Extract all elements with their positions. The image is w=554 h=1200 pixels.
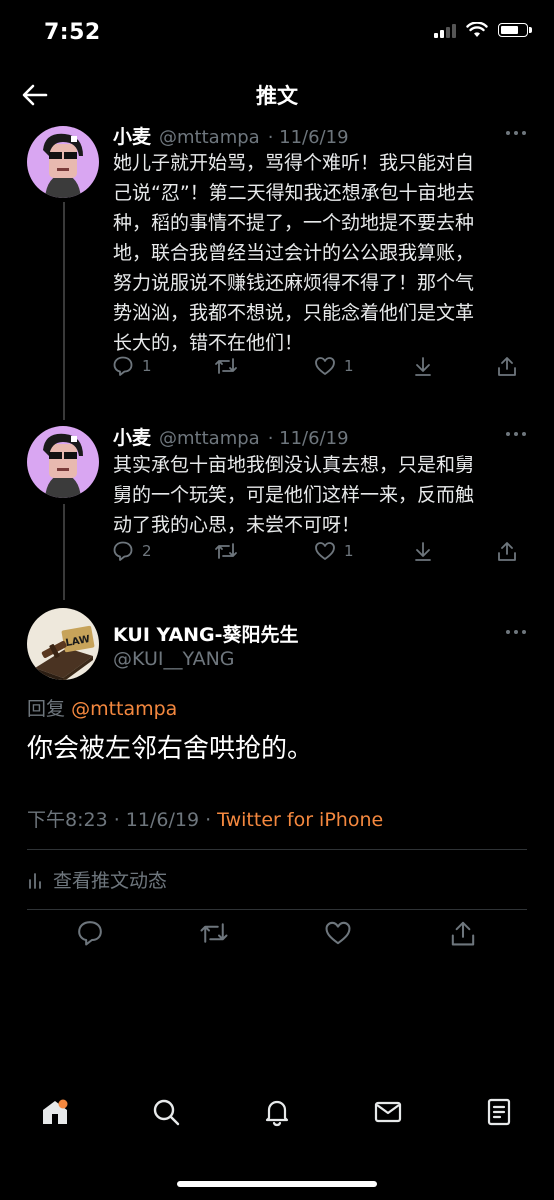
signal-icon xyxy=(434,22,456,38)
wifi-icon xyxy=(466,22,488,37)
retweet-button[interactable] xyxy=(214,355,238,377)
reply-icon xyxy=(113,356,133,376)
reply-count: 2 xyxy=(142,542,152,560)
notifications-icon xyxy=(265,1100,289,1127)
download-icon xyxy=(415,357,431,376)
like-count: 1 xyxy=(344,542,354,560)
author-name[interactable]: 小麦 xyxy=(113,122,151,149)
author-handle[interactable]: @mttampa xyxy=(159,127,260,148)
author-name[interactable]: KUI YANG-葵阳先生 xyxy=(113,620,299,647)
more-icon[interactable] xyxy=(506,432,526,438)
reply-button[interactable]: 2 xyxy=(112,540,152,562)
reply-icon xyxy=(113,541,133,561)
share-icon xyxy=(498,542,516,561)
retweet-icon xyxy=(215,358,237,374)
avatar[interactable] xyxy=(27,126,99,198)
tweet-header: 小麦 @mttampa · 11/6/19 xyxy=(113,122,349,149)
thread-line xyxy=(63,202,65,420)
messages-icon xyxy=(374,1101,402,1123)
like-count: 1 xyxy=(344,357,354,375)
status-time: 7:52 xyxy=(44,20,101,45)
tweet-time: 下午8:23 · 11/6/19 · xyxy=(27,809,212,831)
nav-search[interactable] xyxy=(146,1092,186,1132)
like-icon[interactable] xyxy=(324,919,352,947)
more-icon[interactable] xyxy=(506,131,526,137)
home-indicator xyxy=(177,1181,377,1187)
download-button[interactable] xyxy=(412,355,434,377)
download-icon xyxy=(415,542,431,561)
page-title: 推文 xyxy=(256,84,298,108)
nav-lists[interactable] xyxy=(479,1092,519,1132)
nav-notifications[interactable] xyxy=(257,1092,297,1132)
tweet-date: · 11/6/19 xyxy=(267,428,349,449)
like-icon xyxy=(315,357,335,375)
tweet-source-link[interactable]: Twitter for iPhone xyxy=(217,809,383,831)
tweet-header: 小麦 @mttampa · 11/6/19 xyxy=(113,423,349,450)
like-button[interactable]: 1 xyxy=(314,355,354,377)
divider xyxy=(27,849,527,850)
share-icon xyxy=(498,357,516,376)
retweet-icon xyxy=(215,543,237,559)
reply-context: 回复 @mttampa xyxy=(27,698,178,720)
avatar[interactable] xyxy=(27,426,99,498)
like-button[interactable]: 1 xyxy=(314,540,354,562)
retweet-icon[interactable] xyxy=(199,919,229,947)
divider xyxy=(27,909,527,910)
tweet-text: 你会被左邻右舍哄抢的。 xyxy=(27,734,314,764)
tweet-meta: 下午8:23 · 11/6/19 · Twitter for iPhone xyxy=(27,805,383,832)
reply-button[interactable]: 1 xyxy=(112,355,152,377)
retweet-button[interactable] xyxy=(214,540,238,562)
home-icon xyxy=(43,1099,68,1124)
more-icon[interactable] xyxy=(506,630,526,636)
search-icon xyxy=(153,1099,180,1126)
share-icon[interactable] xyxy=(449,919,477,947)
tweet-text: 她儿子就开始骂，骂得个难听！我只能对自 己说“忍”！第二天得知我还想承包十亩地去… xyxy=(113,152,475,354)
mention-link[interactable]: @mttampa xyxy=(71,698,177,720)
like-icon xyxy=(315,542,335,560)
nav-messages[interactable] xyxy=(368,1092,408,1132)
reply-icon[interactable] xyxy=(76,919,104,947)
tweet-text: 其实承包十亩地我倒没认真去想，只是和舅 舅的一个玩笑，可是他们这样一来，反而触 … xyxy=(113,454,475,536)
nav-home[interactable] xyxy=(35,1092,75,1132)
share-button[interactable] xyxy=(496,355,518,377)
author-handle[interactable]: @mttampa xyxy=(159,428,260,449)
battery-icon xyxy=(498,23,532,37)
download-button[interactable] xyxy=(412,540,434,562)
status-icons xyxy=(434,22,532,38)
thread-line xyxy=(63,504,65,600)
avatar[interactable]: LAW xyxy=(27,608,99,680)
reply-count: 1 xyxy=(142,357,152,375)
bottom-nav xyxy=(0,1092,554,1152)
tweet-activity-link[interactable]: 查看推文动态 xyxy=(27,866,167,893)
tweet-date: · 11/6/19 xyxy=(267,127,349,148)
share-button[interactable] xyxy=(496,540,518,562)
author-handle[interactable]: @KUI__YANG xyxy=(113,648,235,670)
lists-icon xyxy=(487,1098,511,1126)
analytics-icon xyxy=(29,872,41,889)
author-name[interactable]: 小麦 xyxy=(113,423,151,450)
